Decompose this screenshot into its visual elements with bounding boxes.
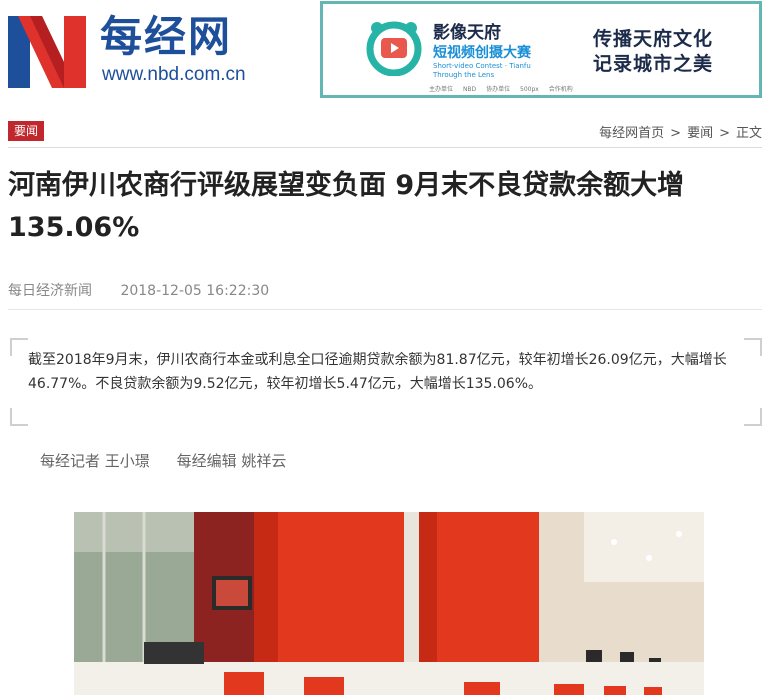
banner-english: Short-video Contest · Tianfu Through the… <box>433 62 531 79</box>
breadcrumb-home[interactable]: 每经网首页 <box>599 126 664 141</box>
banner-title: 影像天府 <box>433 23 501 43</box>
banner-slogan-1: 传播天府文化 <box>593 28 714 50</box>
article-photo <box>74 512 704 695</box>
logo-url: www.nbd.com.cn <box>102 64 246 85</box>
breadcrumb-separator: > <box>719 126 730 141</box>
reporter: 每经记者 王小璟 <box>40 452 150 470</box>
quote-corner <box>10 408 28 426</box>
article-authors: 每经记者 王小璟 每经编辑 姚祥云 <box>40 450 308 471</box>
quote-corner <box>744 338 762 356</box>
site-logo[interactable]: 每经网 www.nbd.com.cn <box>8 10 308 90</box>
article-source[interactable]: 每日经济新闻 <box>8 283 92 299</box>
sponsor-label: 协办单位 <box>486 86 511 93</box>
divider <box>8 147 762 148</box>
divider <box>8 309 762 310</box>
quote-corner <box>10 338 28 356</box>
article-summary: 截至2018年9月末，伊川农商行本金或利息全口径逾期贷款余额为81.87亿元，较… <box>10 338 762 426</box>
banner-subtitle: 短视频创摄大赛 <box>433 45 531 61</box>
logo-text: 每经网 <box>100 12 233 61</box>
banner-slogan-2: 记录城市之美 <box>593 53 714 75</box>
breadcrumb: 每经网首页 > 要闻 > 正文 <box>599 122 762 141</box>
sponsor-logo: NBD <box>462 86 477 93</box>
editor: 每经编辑 姚祥云 <box>176 452 287 470</box>
sponsor-label: 主办单位 <box>429 86 454 93</box>
category-tag[interactable]: 要闻 <box>8 121 45 141</box>
video-play-icon <box>366 21 422 76</box>
article-datetime: 2018-12-05 16:22:30 <box>120 283 270 299</box>
breadcrumb-separator: > <box>670 126 682 141</box>
sponsor-logo: 500px <box>520 86 539 93</box>
summary-text: 截至2018年9月末，伊川农商行本金或利息全口径逾期贷款余额为81.87亿元，较… <box>28 352 727 392</box>
sponsor-label: 合作机构 <box>548 86 573 93</box>
quote-corner <box>744 408 762 426</box>
breadcrumb-current: 正文 <box>735 126 762 141</box>
breadcrumb-category[interactable]: 要闻 <box>687 126 713 141</box>
ad-banner[interactable]: 影像天府 短视频创摄大赛 Short-video Contest · Tianf… <box>320 1 762 98</box>
article-title: 河南伊川农商行评级展望变负面 9月末不良贷款余额大增135.06% <box>8 170 685 243</box>
article-meta: 每日经济新闻 2018-12-05 16:22:30 <box>8 280 269 300</box>
site-header: 每经网 www.nbd.com.cn 影像天府 短视频创摄大赛 Short-vi… <box>0 0 762 110</box>
banner-sponsors: 主办单位 NBD 协办单位 500px 合作机构 <box>429 84 581 93</box>
bank-lobby-image <box>74 512 704 695</box>
nbd-logo-icon <box>8 16 86 88</box>
